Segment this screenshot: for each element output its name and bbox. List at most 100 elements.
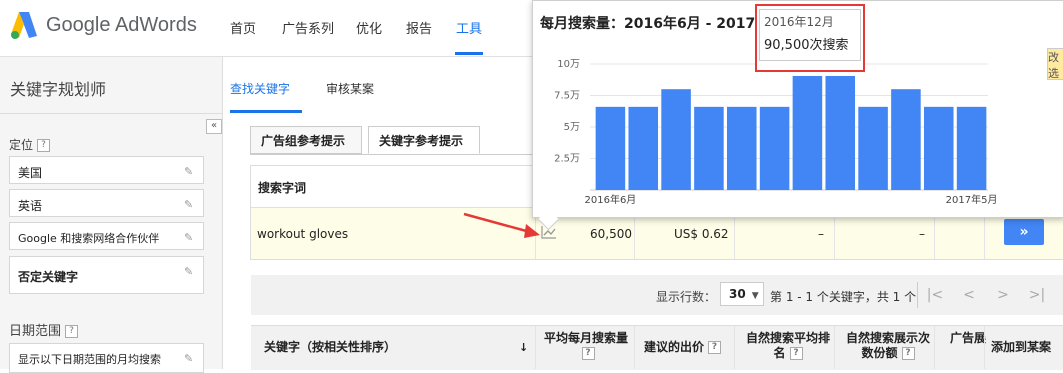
network-value: Google 和搜索网络合作伙伴: [18, 232, 160, 245]
avg-searches-text: 平均每月搜索量: [543, 331, 628, 345]
column-header-add-to-plan: 添加到某案: [991, 340, 1052, 354]
column-header-keyword[interactable]: 关键字（按相关性排序）: [264, 340, 396, 355]
tool-title: 关键字规划师: [10, 80, 107, 99]
collapse-sidebar-button[interactable]: «: [206, 119, 222, 134]
next-page-icon: >: [997, 287, 1009, 303]
popup-title: 每月搜索量：2016年6月 - 2017: [540, 16, 756, 32]
column-divider: [634, 326, 635, 369]
column-header-avg-searches[interactable]: 平均每月搜索量?: [542, 331, 630, 361]
bar-2016年8月: [661, 89, 691, 190]
bar-2016年10月: [726, 106, 757, 190]
bar-2017年3月: [891, 89, 921, 190]
adwords-logo-icon[interactable]: [10, 10, 38, 40]
column-header-bid[interactable]: 建议的出价?: [644, 340, 722, 355]
tab-review-plan[interactable]: 审核某案: [326, 80, 374, 97]
location-field[interactable]: 美国 ✎: [9, 156, 204, 184]
nav-active-indicator: [455, 52, 483, 55]
bar-2016年11月: [759, 106, 790, 190]
subnav-active-indicator: [230, 110, 302, 113]
edit-pencil-icon[interactable]: ✎: [184, 198, 196, 211]
red-annotation-arrow: [463, 212, 540, 238]
brand-name[interactable]: Google AdWords: [46, 14, 197, 37]
rows-per-page-select[interactable]: 30 ▼: [720, 282, 764, 306]
last-page-button[interactable]: >|: [1024, 284, 1050, 306]
column-header-ad[interactable]: 广告展: [950, 331, 986, 346]
pagination-divider: [917, 282, 918, 308]
first-page-button[interactable]: |<: [922, 284, 948, 306]
nav-home[interactable]: 首页: [230, 18, 256, 37]
column-divider: [734, 326, 735, 369]
edit-pencil-icon[interactable]: ✎: [184, 231, 196, 244]
prev-page-button[interactable]: <: [956, 284, 982, 306]
help-icon[interactable]: ?: [789, 347, 803, 360]
network-field[interactable]: Google 和搜索网络合作伙伴 ✎: [9, 222, 204, 250]
bar-2016年6月: [595, 106, 626, 190]
tab-keyword-ideas[interactable]: 关键字参考提示: [368, 126, 480, 154]
chevron-down-icon: ▼: [751, 291, 759, 301]
column-header-organic-share[interactable]: 自然搜索展示次数份额?: [846, 331, 930, 361]
column-divider: [535, 326, 536, 369]
organic-rank-text: 自然搜索平均排名: [746, 331, 831, 360]
column-divider: [834, 326, 835, 369]
y-tick-label: 7.5万: [554, 91, 580, 102]
column-divider: [984, 326, 985, 369]
bar-2017年2月: [858, 106, 888, 190]
column-header-search-term[interactable]: 搜索字词: [258, 179, 306, 196]
help-icon[interactable]: ?: [65, 325, 79, 338]
last-page-icon: >|: [1028, 287, 1046, 303]
negative-keywords-field[interactable]: 否定关键字 ✎: [9, 256, 204, 294]
tooltip-value: 90,500次搜索: [764, 38, 849, 53]
nav-tools[interactable]: 工具: [456, 18, 482, 37]
sort-down-icon[interactable]: ↓: [519, 340, 528, 355]
help-icon[interactable]: ?: [901, 347, 915, 360]
add-to-plan-button[interactable]: »: [1004, 219, 1044, 245]
tooltip-date: 2016年12月: [764, 15, 834, 29]
column-divider: [934, 326, 935, 369]
negative-keywords-label: 否定关键字: [18, 270, 79, 284]
nav-reports[interactable]: 报告: [406, 18, 432, 37]
rows-per-page-value: 30: [729, 287, 746, 301]
help-icon[interactable]: ?: [708, 341, 722, 354]
bar-2017年5月: [956, 106, 987, 190]
help-icon[interactable]: ?: [37, 139, 51, 152]
x-tick-label: 2017年5月: [946, 193, 998, 206]
edit-pencil-icon[interactable]: ✎: [184, 352, 196, 365]
y-tick-label: 10万: [557, 59, 580, 70]
language-value: 英语: [18, 199, 43, 213]
keyword-cell: workout gloves: [257, 227, 349, 241]
column-header-organic-rank[interactable]: 自然搜索平均排名?: [746, 331, 830, 361]
sidebar-divider: [0, 113, 222, 114]
edit-pencil-icon[interactable]: ✎: [184, 165, 196, 178]
rows-per-page-label: 显示行数：: [656, 290, 717, 304]
nav-campaigns[interactable]: 广告系列: [282, 18, 334, 37]
tab-find-keywords[interactable]: 查找关键字: [230, 80, 290, 97]
organic-share-cell: –: [919, 227, 925, 241]
bar-2017年4月: [923, 106, 954, 190]
x-tick-label: 2016年6月: [585, 193, 637, 206]
bar-2016年12月: [792, 75, 823, 190]
organic-rank-cell: –: [818, 227, 824, 241]
help-icon[interactable]: ?: [581, 347, 595, 360]
nav-optimize[interactable]: 优化: [356, 18, 382, 37]
bid-text: 建议的出价: [644, 340, 705, 354]
targeting-label-text: 定位: [9, 138, 34, 152]
location-value: 美国: [18, 166, 43, 180]
suggested-bid-cell: US$ 0.62: [674, 227, 729, 241]
bar-2017年1月: [825, 75, 856, 190]
first-page-icon: |<: [926, 287, 944, 303]
language-field[interactable]: 英语 ✎: [9, 189, 204, 217]
monthly-searches-chart: 2.5万 5万 7.5万 10万 2016年6月 2017年5月: [554, 59, 998, 206]
y-tick-label: 5万: [564, 122, 580, 133]
targeting-label: 定位?: [9, 136, 51, 153]
pagination-info: 第 1 - 1 个关键字，共 1 个: [770, 290, 917, 304]
y-tick-label: 2.5万: [554, 154, 580, 165]
next-page-button[interactable]: >: [990, 284, 1016, 306]
date-range-label-text: 日期范围: [9, 324, 62, 339]
bar-2016年9月: [694, 106, 724, 190]
right-edge-button[interactable]: 改选: [1047, 48, 1063, 80]
prev-page-icon: <: [963, 287, 975, 303]
tab-ad-group-ideas[interactable]: 广告组参考提示: [250, 126, 362, 154]
edit-pencil-icon[interactable]: ✎: [184, 265, 196, 278]
avg-monthly-searches-cell: 60,500: [590, 227, 632, 241]
bar-2016年7月: [628, 106, 659, 190]
